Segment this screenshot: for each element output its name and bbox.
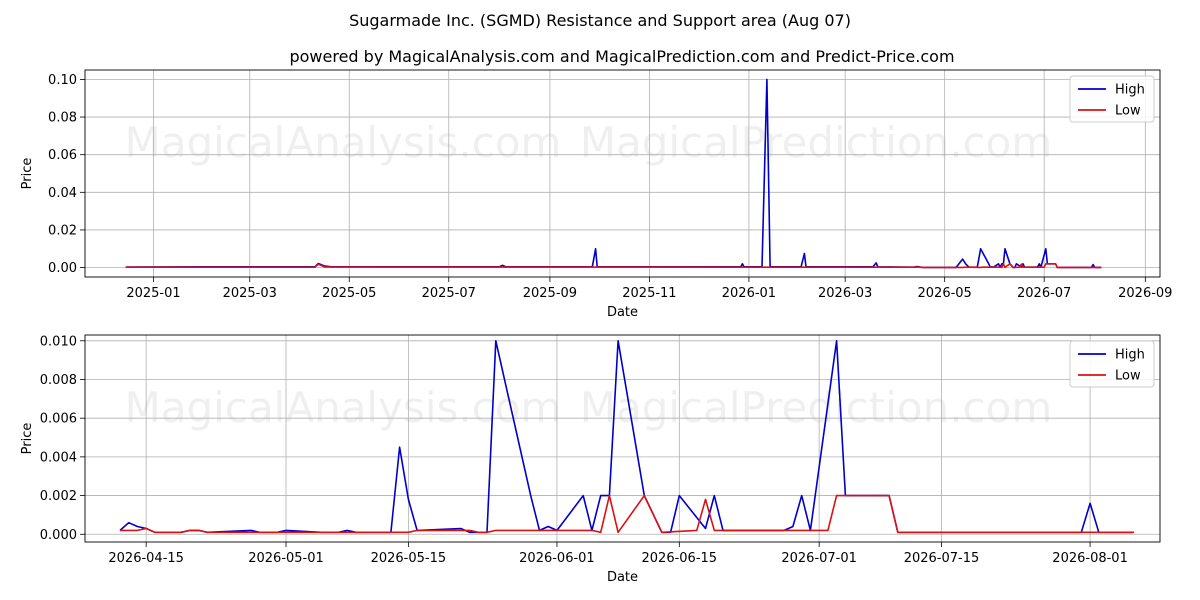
x-tick-label: 2025-09 bbox=[523, 286, 577, 301]
x-tick-label: 2026-09 bbox=[1118, 286, 1172, 301]
watermark-analysis: MagicalAnalysis.com bbox=[125, 118, 562, 167]
series-line-low bbox=[120, 494, 1134, 534]
y-tick-label: 0.010 bbox=[40, 334, 77, 349]
y-tick-label: 0.06 bbox=[48, 148, 77, 163]
x-tick-label: 2025-07 bbox=[422, 286, 476, 301]
y-tick-label: 0.08 bbox=[48, 111, 77, 126]
chart-panel-1: MagicalAnalysis.com MagicalPrediction.com… bbox=[20, 69, 1172, 320]
x-tick-label: 2026-05 bbox=[918, 286, 972, 301]
watermark-prediction: MagicalPrediction.com bbox=[580, 383, 1053, 432]
x-axis-label: Date bbox=[607, 570, 638, 585]
y-tick-label: 0.006 bbox=[40, 412, 77, 427]
x-tick-label: 2026-07-15 bbox=[904, 551, 980, 566]
y-tick-label: 0.008 bbox=[40, 373, 77, 388]
x-tick-label: 2026-01 bbox=[722, 286, 776, 301]
y-tick-label: 0.004 bbox=[40, 450, 77, 465]
x-tick-label: 2025-03 bbox=[223, 286, 277, 301]
y-tick-label: 0.04 bbox=[48, 186, 77, 201]
x-tick-label: 2026-07-01 bbox=[781, 551, 857, 566]
x-tick-label: 2026-07 bbox=[1017, 286, 1071, 301]
x-tick-label: 2026-05-01 bbox=[248, 551, 324, 566]
y-tick-label: 0.002 bbox=[40, 489, 77, 504]
watermark-analysis: MagicalAnalysis.com bbox=[125, 383, 562, 432]
watermark-prediction: MagicalPrediction.com bbox=[580, 118, 1053, 167]
y-axis-label: Price bbox=[20, 158, 35, 190]
legend-label-high: High bbox=[1115, 83, 1145, 98]
x-tick-label: 2026-04-15 bbox=[108, 551, 184, 566]
y-tick-label: 0.000 bbox=[40, 528, 77, 543]
x-tick-label: 2026-03 bbox=[818, 286, 872, 301]
chart-title: Sugarmade Inc. (SGMD) Resistance and Sup… bbox=[349, 11, 851, 30]
y-tick-label: 0.00 bbox=[48, 261, 77, 276]
series-line-high bbox=[119, 339, 1134, 534]
x-tick-label: 2025-05 bbox=[322, 286, 376, 301]
x-tick-label: 2025-01 bbox=[126, 286, 180, 301]
x-tick-label: 2025-11 bbox=[622, 286, 676, 301]
legend-label-low: Low bbox=[1115, 369, 1141, 384]
y-axis-label: Price bbox=[20, 423, 35, 455]
x-tick-label: 2026-06-01 bbox=[519, 551, 595, 566]
series-line-low bbox=[125, 262, 1102, 269]
y-tick-label: 0.10 bbox=[48, 73, 77, 88]
y-tick-label: 0.02 bbox=[48, 223, 77, 238]
legend-label-high: High bbox=[1115, 348, 1145, 363]
x-tick-label: 2026-05-15 bbox=[371, 551, 447, 566]
chart-subtitle: powered by MagicalAnalysis.com and Magic… bbox=[289, 47, 954, 66]
plot-frame bbox=[84, 69, 1161, 278]
legend-label-low: Low bbox=[1115, 104, 1141, 119]
x-tick-label: 2026-06-15 bbox=[642, 551, 718, 566]
chart-panel-2: MagicalAnalysis.com MagicalPrediction.com… bbox=[20, 334, 1161, 585]
legend: High Low bbox=[1069, 75, 1155, 123]
chart-figure: Sugarmade Inc. (SGMD) Resistance and Sup… bbox=[20, 11, 1172, 585]
x-axis-label: Date bbox=[607, 305, 638, 320]
x-tick-label: 2026-08-01 bbox=[1052, 551, 1128, 566]
legend: High Low bbox=[1069, 340, 1155, 388]
series-line-high bbox=[125, 78, 1102, 269]
